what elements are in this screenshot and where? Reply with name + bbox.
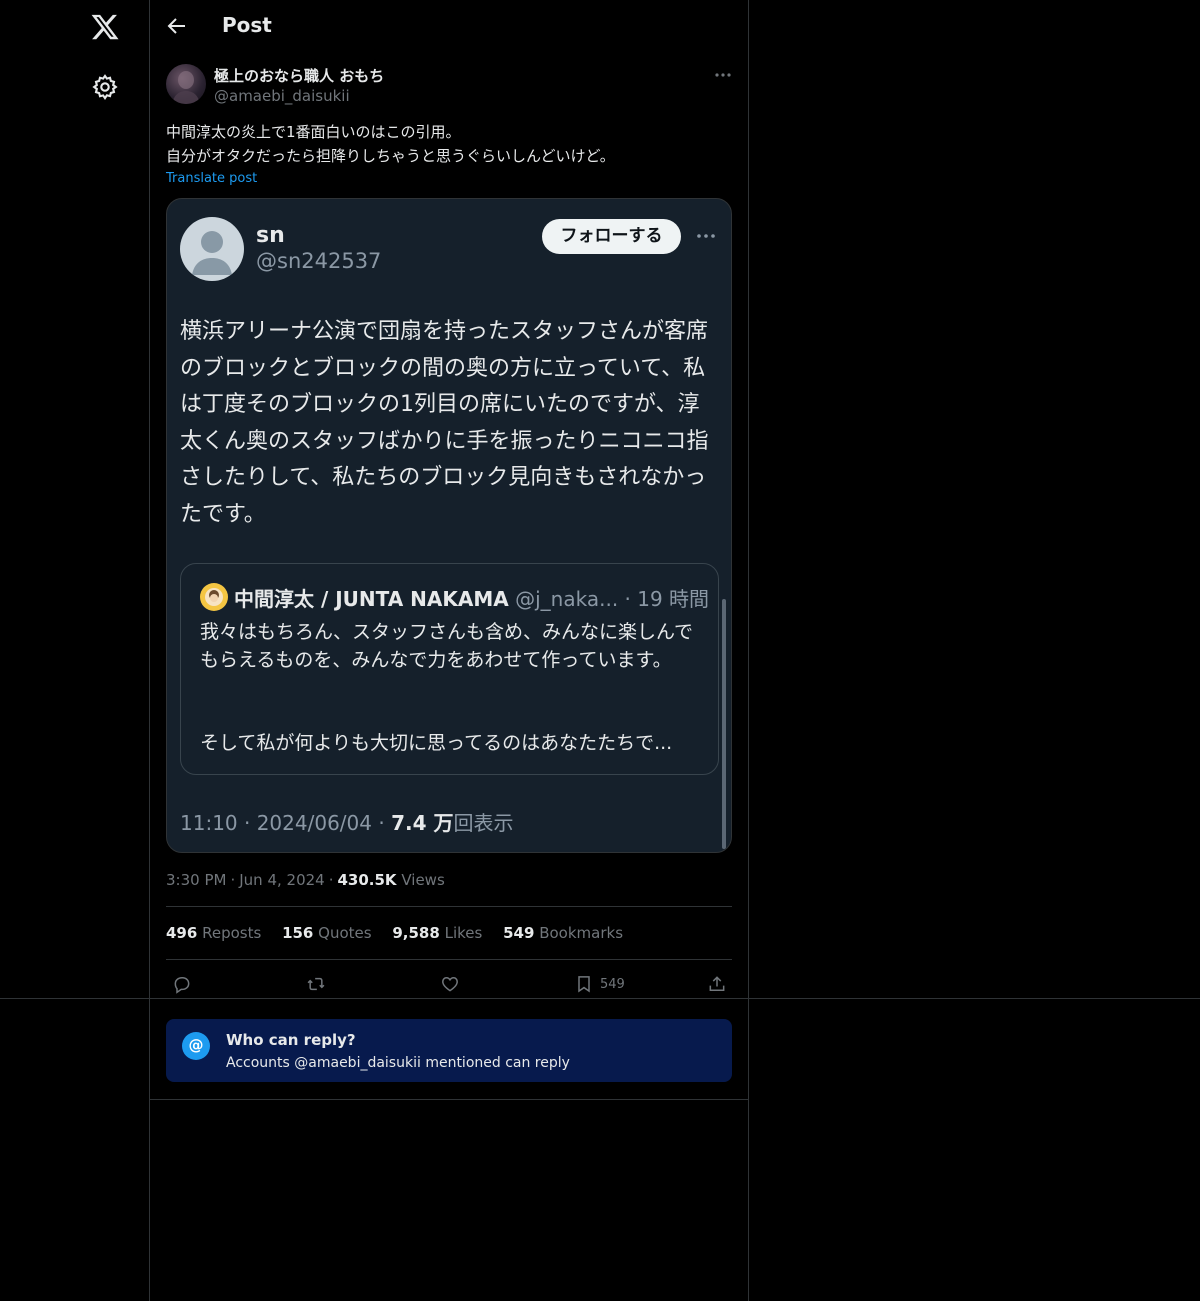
post-text-line: 自分がオタクだったら担降りしちゃうと思うぐらいしんどいけど。: [166, 147, 615, 165]
section-divider: [0, 998, 1200, 999]
like-icon[interactable]: [440, 972, 460, 996]
views-label: Views: [401, 871, 445, 889]
share-icon[interactable]: [707, 972, 727, 996]
screenshot-views-label: 回表示: [453, 811, 514, 835]
reposts-label: Reposts: [202, 924, 262, 942]
quoted-body: 我々はもちろん、スタッフさんも含め、みんなに楽しんでもらえるものを、みんなで力を…: [200, 621, 694, 671]
bookmarks-label: Bookmarks: [539, 924, 624, 942]
reposts-count: 496: [166, 924, 198, 942]
quoted-handle-time: @j_naka... · 19 時間: [515, 587, 710, 611]
post-image[interactable]: sn @sn242537 フォローする 横浜アリーナ公演で団扇を持ったスタッフさ…: [166, 198, 732, 853]
header: Post: [150, 0, 748, 55]
avatar: [200, 583, 228, 611]
avatar[interactable]: [166, 64, 206, 104]
screenshot-body: 横浜アリーナ公演で団扇を持ったスタッフさんが客席のブロックとブロックの間の奥の方…: [180, 319, 709, 527]
engagement-stats: 496 Reposts 156 Quotes 9,588 Likes 549 B…: [166, 924, 639, 942]
divider: [166, 959, 732, 960]
default-avatar-icon: [180, 217, 244, 281]
reply-restriction-notice: @ Who can reply? Accounts @amaebi_daisuk…: [166, 1019, 732, 1082]
author-handle[interactable]: @amaebi_daisukii: [214, 87, 350, 105]
more-icon: [694, 227, 718, 245]
divider: [166, 906, 732, 907]
reply-restriction-text: Accounts @amaebi_daisukii mentioned can …: [226, 1055, 570, 1071]
screenshot-handle: @sn242537: [256, 249, 382, 273]
author-name[interactable]: 極上のおなら職人 おもち: [214, 65, 384, 86]
page-title: Post: [222, 13, 272, 37]
bookmark-icon: [578, 976, 590, 993]
quotes-stat[interactable]: 156 Quotes: [282, 924, 372, 942]
quotes-count: 156: [282, 924, 314, 942]
views-count: 430.5K: [337, 871, 397, 889]
likes-label: Likes: [444, 924, 483, 942]
quoted-post-header: 中間淳太 / JUNTA NAKAMA @j_naka... · 19 時間: [234, 583, 709, 612]
more-icon[interactable]: [712, 66, 734, 84]
action-bar: 549: [166, 972, 732, 996]
screenshot-name: sn: [256, 223, 285, 248]
at-sign-icon: @: [182, 1032, 210, 1060]
separator-dot: ·: [230, 871, 236, 889]
separator-dot: ·: [328, 871, 334, 889]
arrow-left-icon[interactable]: [165, 14, 189, 38]
left-nav: [0, 0, 149, 1301]
translate-link[interactable]: Translate post: [166, 171, 257, 186]
reply-icon[interactable]: [172, 972, 192, 996]
main-column: Post 極上のおなら職人 おもち @amaebi_daisukii 中間淳太の…: [149, 0, 749, 1301]
post-meta: 3:30 PM · Jun 4, 2024 · 430.5K Views: [166, 871, 445, 889]
quotes-label: Quotes: [318, 924, 372, 942]
section-divider: [149, 1099, 749, 1100]
quoted-post: 中間淳太 / JUNTA NAKAMA @j_naka... · 19 時間 我…: [180, 563, 719, 775]
quoted-body-continued: そして私が何よりも大切に思ってるのはあなたたちで...: [200, 732, 673, 754]
screenshot-footer: 11:10 · 2024/06/04 · 7.4 万回表示: [180, 807, 513, 836]
x-logo-icon[interactable]: [90, 12, 120, 42]
repost-icon[interactable]: [306, 972, 326, 996]
bookmarks-stat[interactable]: 549 Bookmarks: [503, 924, 623, 942]
post-text-line: 中間淳太の炎上で1番面白いのはこの引用。: [166, 123, 461, 141]
likes-count: 9,588: [392, 924, 440, 942]
post-date[interactable]: Jun 4, 2024: [239, 871, 324, 889]
scrollbar-image: [722, 599, 726, 849]
screenshot-timestamp: 11:10 · 2024/06/04 ·: [180, 811, 392, 835]
post-text: 中間淳太の炎上で1番面白いのはこの引用。 自分がオタクだったら担降りしちゃうと思…: [166, 120, 732, 168]
post-time[interactable]: 3:30 PM: [166, 871, 226, 889]
screenshot-views: 7.4 万: [391, 811, 454, 835]
quoted-author-name: 中間淳太 / JUNTA NAKAMA: [234, 587, 509, 611]
follow-button-image: フォローする: [542, 219, 681, 254]
reposts-stat[interactable]: 496 Reposts: [166, 924, 261, 942]
reply-restriction-title: Who can reply?: [226, 1031, 356, 1049]
gear-icon[interactable]: [91, 73, 119, 101]
bookmark-count: 549: [600, 976, 625, 992]
bookmark-button[interactable]: 549: [574, 972, 625, 996]
likes-stat[interactable]: 9,588 Likes: [392, 924, 482, 942]
bookmarks-count: 549: [503, 924, 535, 942]
